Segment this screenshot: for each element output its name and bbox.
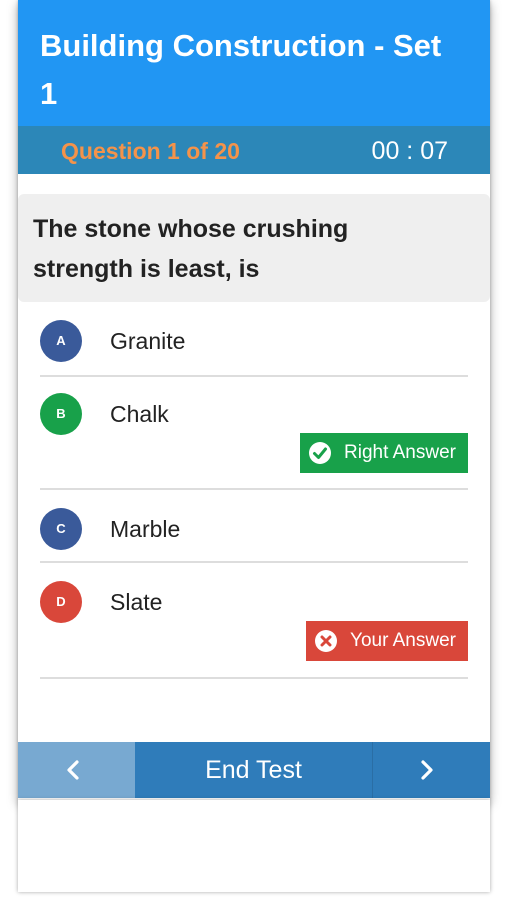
right-answer-tag: Right Answer xyxy=(300,433,468,473)
lower-panel xyxy=(18,800,490,892)
end-test-button[interactable]: End Test xyxy=(135,742,372,798)
option-c-badge: C xyxy=(40,508,82,550)
check-circle-icon xyxy=(309,442,332,464)
option-b[interactable]: B Chalk Right Answer xyxy=(40,393,468,490)
option-a-badge: A xyxy=(40,320,82,362)
chevron-right-icon xyxy=(421,760,433,780)
option-b-badge: B xyxy=(40,393,82,435)
divider xyxy=(40,488,468,490)
app-header: Building Construction - Set 1 xyxy=(18,0,490,126)
question-panel: The stone whose crushing strength is lea… xyxy=(18,194,490,302)
option-b-label: Chalk xyxy=(110,401,169,427)
status-bar: Question 1 of 20 00 : 07 xyxy=(18,126,490,174)
option-a[interactable]: A Granite xyxy=(40,320,468,377)
previous-button[interactable] xyxy=(18,742,135,798)
divider xyxy=(40,561,468,563)
bottom-navigation: End Test xyxy=(18,742,490,798)
next-button[interactable] xyxy=(372,742,490,798)
question-counter: Question 1 of 20 xyxy=(61,138,240,164)
option-a-label: Granite xyxy=(110,328,186,354)
option-c[interactable]: C Marble xyxy=(40,508,468,563)
quiz-title: Building Construction - Set 1 xyxy=(40,28,442,111)
timer: 00 : 07 xyxy=(371,137,448,165)
option-d-label: Slate xyxy=(110,589,163,615)
divider xyxy=(40,677,468,679)
option-d-badge: D xyxy=(40,581,82,623)
option-d[interactable]: D Slate Your Answer xyxy=(40,581,468,679)
chevron-left-icon xyxy=(67,760,79,780)
your-answer-tag: Your Answer xyxy=(306,621,468,661)
option-c-label: Marble xyxy=(110,516,181,542)
question-text: The stone whose crushing strength is lea… xyxy=(33,215,349,283)
x-circle-icon xyxy=(315,630,338,652)
divider xyxy=(40,375,468,377)
your-answer-label: Your Answer xyxy=(350,630,456,651)
right-answer-label: Right Answer xyxy=(344,442,456,463)
quiz-card: Building Construction - Set 1 Question 1… xyxy=(18,0,490,800)
